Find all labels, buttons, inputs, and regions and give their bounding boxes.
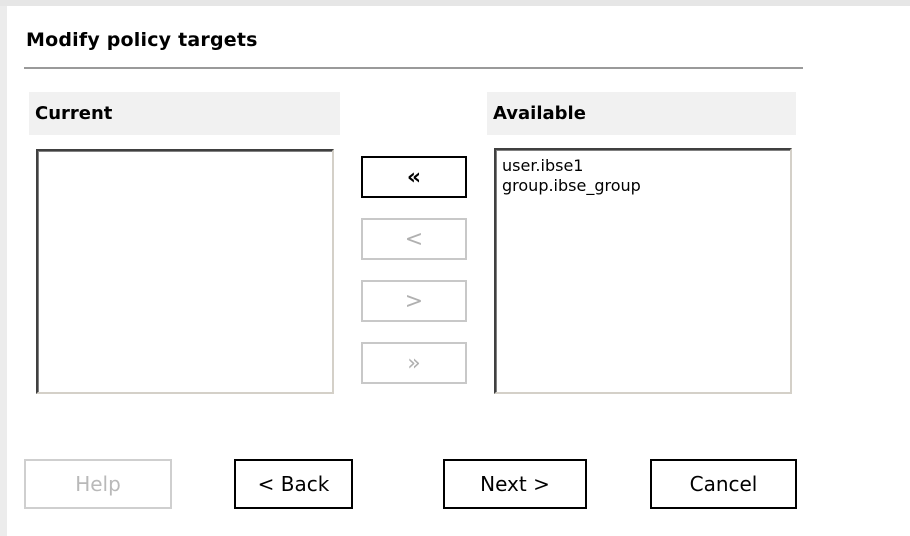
add-selected-button[interactable]: < [361,218,467,260]
list-item[interactable]: group.ibse_group [500,176,786,196]
available-header: Available [487,92,796,135]
window-left-border [0,6,7,536]
add-all-button[interactable]: « [361,156,467,198]
cancel-button[interactable]: Cancel [650,459,797,509]
help-button[interactable]: Help [24,459,172,509]
available-listbox[interactable]: user.ibse1 group.ibse_group [494,148,792,394]
back-button[interactable]: < Back [234,459,353,509]
current-header: Current [29,92,340,135]
current-listbox[interactable] [36,149,334,394]
list-item[interactable]: user.ibse1 [500,156,786,176]
remove-selected-button[interactable]: > [361,280,467,322]
title-divider [24,67,803,69]
next-button[interactable]: Next > [443,459,587,509]
remove-all-button[interactable]: » [361,342,467,384]
window-top-border [0,0,910,6]
page-title: Modify policy targets [26,29,258,51]
policy-targets-dialog: Modify policy targets Current Available … [0,0,910,536]
